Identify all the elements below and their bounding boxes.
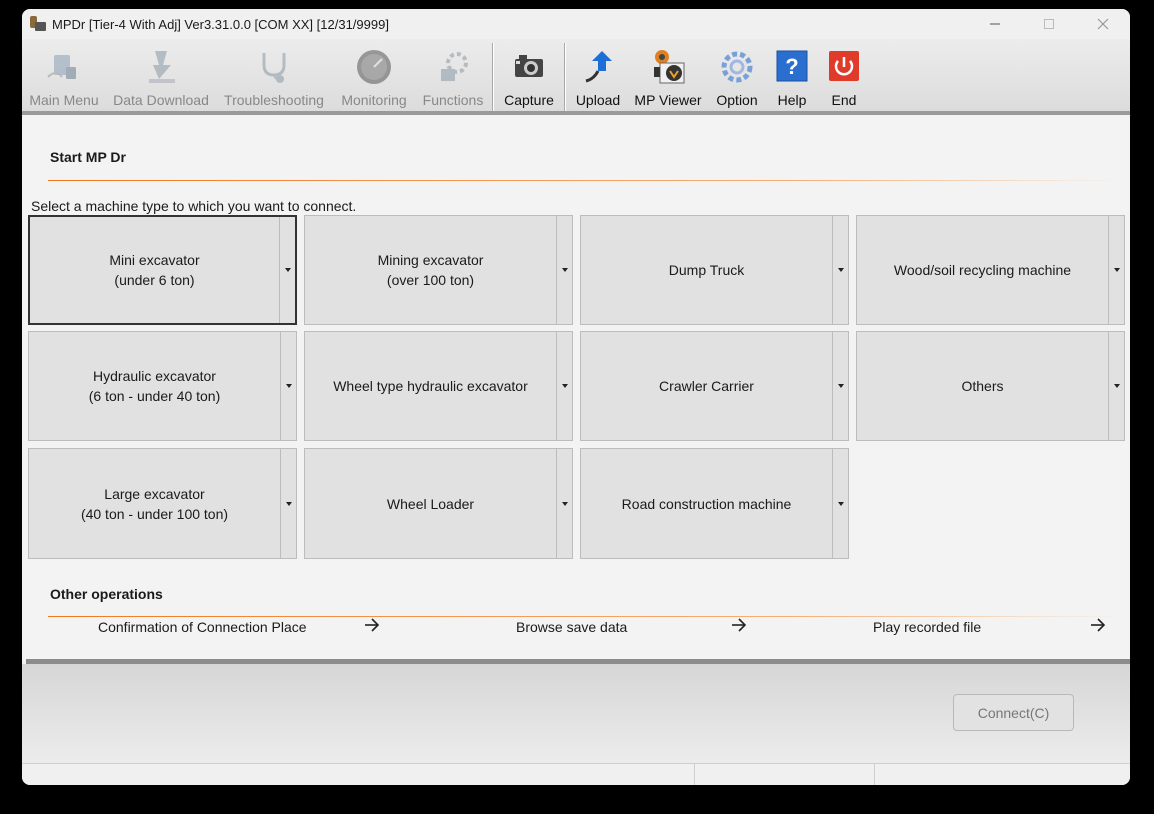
dropdown-arrow-icon[interactable] — [556, 449, 572, 558]
gauge-icon — [354, 47, 394, 87]
app-logo-icon — [30, 16, 46, 32]
connect-button[interactable]: Connect(C) — [953, 694, 1074, 731]
toolbar-help[interactable]: ? Help — [772, 39, 812, 111]
machine-button-mining-excavator[interactable]: Mining excavator (over 100 ton) — [304, 215, 573, 325]
toolbar-monitoring[interactable]: Monitoring — [338, 39, 410, 111]
help-icon: ? — [772, 47, 812, 87]
minimize-button[interactable] — [968, 9, 1022, 39]
dropdown-arrow-icon[interactable] — [832, 449, 848, 558]
machine-button-hydraulic-excavator[interactable]: Hydraulic excavator (6 ton - under 40 ton… — [28, 331, 297, 441]
dropdown-arrow-icon[interactable] — [280, 332, 296, 440]
download-icon — [141, 47, 181, 87]
link-play-recorded-file[interactable]: Play recorded file — [873, 619, 981, 635]
gear-icon — [717, 47, 757, 87]
svg-text:?: ? — [785, 54, 798, 79]
toolbar-separator — [492, 43, 494, 111]
dropdown-arrow-icon[interactable] — [832, 216, 848, 324]
dropdown-arrow-icon[interactable] — [280, 449, 296, 558]
dropdown-arrow-icon[interactable] — [1108, 332, 1124, 440]
toolbar-capture[interactable]: Capture — [500, 39, 558, 111]
dropdown-arrow-icon[interactable] — [556, 216, 572, 324]
dropdown-arrow-icon[interactable] — [832, 332, 848, 440]
toolbar-data-download[interactable]: Data Download — [112, 39, 210, 111]
app-window: MPDr [Tier-4 With Adj] Ver3.31.0.0 [COM … — [22, 9, 1130, 785]
link-browse-save-data[interactable]: Browse save data — [516, 619, 627, 635]
power-icon — [824, 47, 864, 87]
stethoscope-icon — [254, 47, 294, 87]
link-confirmation-connection-place[interactable]: Confirmation of Connection Place — [98, 619, 307, 635]
toolbar-main-menu[interactable]: Main Menu — [28, 39, 100, 111]
minimize-icon — [990, 23, 1000, 25]
machine-button-others[interactable]: Others — [856, 331, 1125, 441]
mp-viewer-icon — [648, 47, 688, 87]
section-divider — [48, 616, 1124, 617]
main-menu-icon — [44, 47, 84, 87]
dropdown-arrow-icon[interactable] — [556, 332, 572, 440]
functions-icon — [433, 47, 473, 87]
toolbar-troubleshooting[interactable]: Troubleshooting — [222, 39, 326, 111]
machine-button-large-excavator[interactable]: Large excavator (40 ton - under 100 ton) — [28, 448, 297, 559]
dropdown-arrow-icon[interactable] — [1108, 216, 1124, 324]
status-bar — [22, 763, 1130, 785]
camera-icon — [509, 47, 549, 87]
toolbar-option[interactable]: Option — [712, 39, 762, 111]
other-operations-title: Other operations — [50, 586, 163, 602]
maximize-button — [1022, 9, 1076, 39]
status-cell — [874, 764, 1130, 785]
status-cell — [694, 764, 874, 785]
window-controls — [968, 9, 1130, 39]
machine-button-mini-excavator[interactable]: Mini excavator (under 6 ton) — [28, 215, 297, 325]
start-section-title: Start MP Dr — [50, 149, 126, 165]
toolbar: Main Menu Data Download Troubleshooting … — [22, 39, 1130, 115]
toolbar-mp-viewer[interactable]: MP Viewer — [632, 39, 704, 111]
dropdown-arrow-icon[interactable] — [279, 217, 295, 323]
window-title: MPDr [Tier-4 With Adj] Ver3.31.0.0 [COM … — [52, 16, 389, 32]
close-button[interactable] — [1076, 9, 1130, 39]
title-bar: MPDr [Tier-4 With Adj] Ver3.31.0.0 [COM … — [22, 9, 1130, 39]
machine-button-wheel-hydraulic-excavator[interactable]: Wheel type hydraulic excavator — [304, 331, 573, 441]
machine-button-crawler-carrier[interactable]: Crawler Carrier — [580, 331, 849, 441]
arrow-right-icon[interactable] — [731, 615, 747, 638]
close-icon — [1097, 18, 1109, 30]
machine-button-road-construction[interactable]: Road construction machine — [580, 448, 849, 559]
machine-prompt: Select a machine type to which you want … — [31, 198, 357, 214]
toolbar-functions[interactable]: Functions — [420, 39, 486, 111]
machine-button-wood-soil-recycling[interactable]: Wood/soil recycling machine — [856, 215, 1125, 325]
toolbar-upload[interactable]: Upload — [572, 39, 624, 111]
maximize-icon — [1044, 19, 1054, 29]
arrow-right-icon[interactable] — [1090, 615, 1106, 638]
arrow-right-icon[interactable] — [364, 615, 380, 638]
machine-button-wheel-loader[interactable]: Wheel Loader — [304, 448, 573, 559]
footer-panel: Connect(C) — [22, 664, 1130, 763]
toolbar-separator — [564, 43, 566, 111]
machine-button-dump-truck[interactable]: Dump Truck — [580, 215, 849, 325]
upload-icon — [578, 47, 618, 87]
toolbar-end[interactable]: End — [824, 39, 864, 111]
section-divider — [48, 180, 1124, 181]
start-panel: Start MP Dr Select a machine type to whi… — [22, 119, 1130, 664]
